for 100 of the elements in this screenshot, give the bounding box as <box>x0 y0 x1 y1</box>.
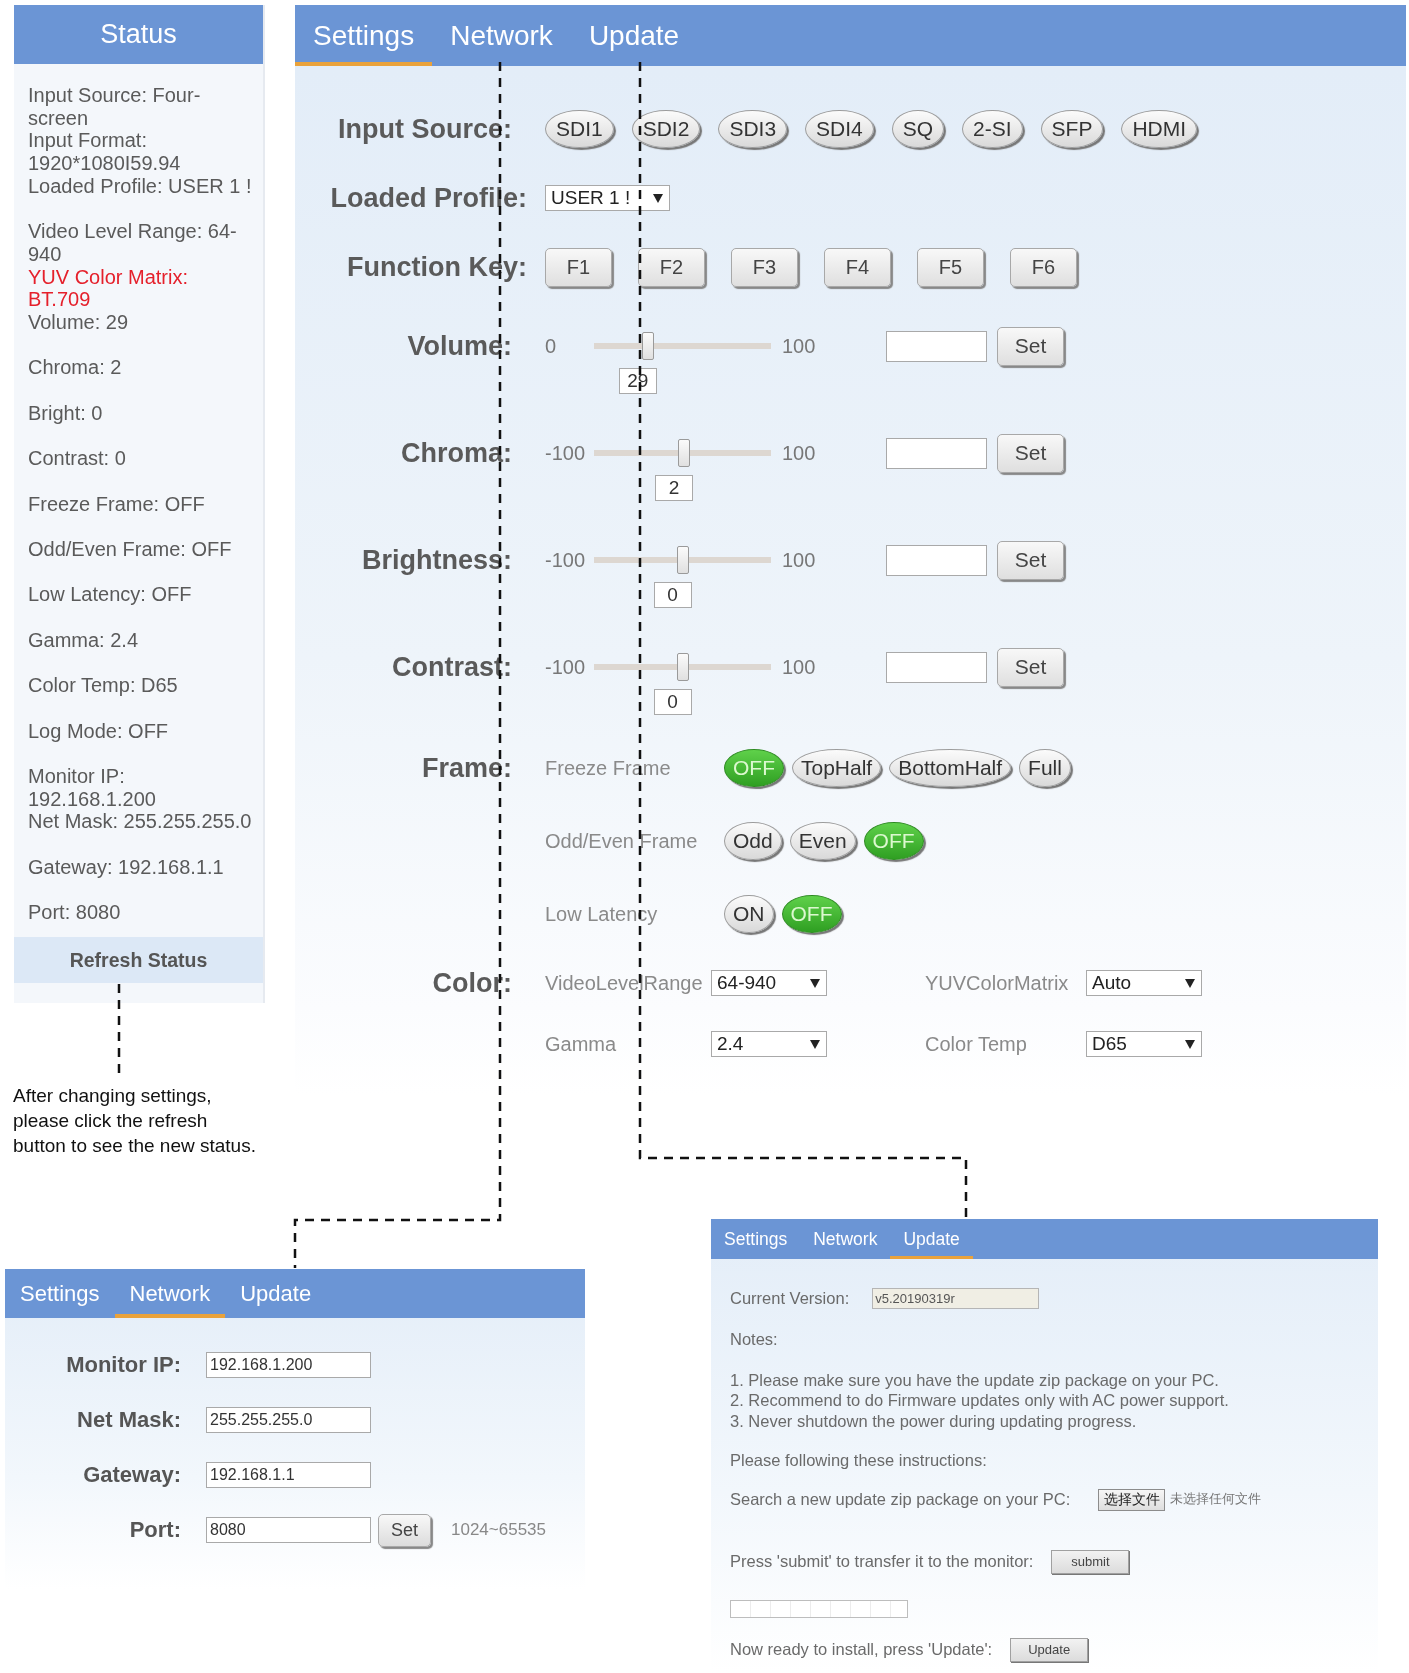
choose-file-button[interactable]: 选择文件 <box>1098 1488 1166 1511</box>
caret-icon <box>810 1039 820 1049</box>
setting-label: Contrast: <box>391 651 512 684</box>
toggle-button[interactable]: TopHalf <box>792 749 882 787</box>
function-key-button[interactable]: F5 <box>917 247 984 287</box>
value-readout: 29 <box>618 368 657 394</box>
step-text: Press 'submit' to transfer it to the monitor: <box>730 1551 1034 1572</box>
status-line: Monitor IP: 192.168.1.200 <box>28 764 157 811</box>
slider-min-label: -100 <box>545 655 587 679</box>
slider-thumb[interactable] <box>678 439 691 467</box>
option-label: Color Temp <box>925 1032 1028 1056</box>
value-readout: 0 <box>653 582 692 608</box>
input-source-button[interactable]: SDI3 <box>718 110 788 148</box>
setting-label: Brightness: <box>360 544 512 577</box>
status-line: Bright: 0 <box>28 401 104 425</box>
status-line: Freeze Frame: OFF <box>28 492 206 516</box>
status-line: Input Source: Four-screen <box>28 84 202 130</box>
status-line: YUV Color Matrix: BT.709 <box>28 265 190 311</box>
function-key-button[interactable]: F2 <box>638 247 705 287</box>
toggle-button[interactable]: Odd <box>724 822 782 860</box>
slider-max-label: 100 <box>781 334 817 358</box>
slider-min-label: 0 <box>545 334 558 358</box>
range-hint: 1024~65535 <box>451 1520 547 1540</box>
version-field[interactable]: v5.20190319r <box>872 1287 1040 1309</box>
toggle-button[interactable]: Even <box>789 822 856 860</box>
status-header: Status <box>14 5 263 64</box>
status-line: Gateway: 192.168.1.1 <box>28 855 225 879</box>
status-line: Volume: 29 <box>28 311 130 334</box>
slider-thumb[interactable] <box>676 653 689 681</box>
refresh-status-button[interactable]: Refresh Status <box>14 937 263 983</box>
file-status: 未选择任何文件 <box>1170 1490 1262 1509</box>
status-line: Chroma: 2 <box>28 356 123 380</box>
note-line: 2. Recommend to do Firmware updates only with AC power support. <box>730 1390 1230 1411</box>
status-line: Net Mask: 255.255.255.0 <box>28 810 253 834</box>
step-button[interactable]: Update <box>1010 1637 1089 1662</box>
setting-label: Color: <box>431 967 512 1000</box>
toggle-button[interactable]: Full <box>1019 749 1071 787</box>
value-readout: 0 <box>653 689 692 715</box>
step-text: Search a new update zip package on your PC: <box>730 1489 1071 1510</box>
status-line: Contrast: 0 <box>28 447 127 470</box>
input-source-button[interactable]: 2-SI <box>962 110 1023 148</box>
setting-label: Volume: <box>406 330 512 363</box>
set-button[interactable]: Set <box>378 1513 431 1547</box>
status-line: Video Level Range: 64-940 <box>28 220 238 266</box>
value-readout: 2 <box>655 475 694 501</box>
step-text: Now ready to install, press 'Update': <box>730 1639 993 1660</box>
function-key-button[interactable]: F4 <box>824 247 891 287</box>
input-source-button[interactable]: SDI1 <box>545 110 614 148</box>
set-button[interactable]: Set <box>997 433 1064 473</box>
setting-label: Loaded Profile: <box>329 182 527 215</box>
step-button[interactable]: submit <box>1051 1549 1130 1574</box>
dropdown[interactable]: 64-940 <box>711 970 827 996</box>
profile-dropdown[interactable]: USER 1 ! <box>545 185 670 211</box>
setting-label: Chroma: <box>400 437 512 470</box>
slider-thumb[interactable] <box>641 332 654 360</box>
option-label: YUVColorMatrix <box>925 971 1070 995</box>
field-label: Net Mask: <box>76 1407 181 1433</box>
text-field[interactable]: 192.168.1.1 <box>206 1462 371 1488</box>
caret-icon <box>653 193 663 203</box>
caret-icon <box>1185 978 1195 988</box>
text-field[interactable]: 8080 <box>206 1517 371 1543</box>
function-key-button[interactable]: F3 <box>731 247 798 287</box>
set-button[interactable]: Set <box>997 647 1064 687</box>
value-input[interactable] <box>886 651 987 683</box>
input-source-button[interactable]: HDMI <box>1121 110 1198 148</box>
caret-icon <box>1185 1039 1195 1049</box>
field-label: Monitor IP: <box>65 1352 181 1378</box>
set-button[interactable]: Set <box>997 326 1064 366</box>
dropdown[interactable]: 2.4 <box>711 1031 827 1057</box>
option-label: Odd/Even Frame <box>545 829 699 853</box>
status-line: Odd/Even Frame: OFF <box>28 537 233 561</box>
input-source-button[interactable]: SFP <box>1040 110 1104 148</box>
input-source-button[interactable]: SQ <box>891 110 945 148</box>
status-line: Low Latency: OFF <box>28 583 193 607</box>
status-line: Loaded Profile: USER 1 ! <box>28 174 253 198</box>
input-source-button[interactable]: SDI4 <box>805 110 874 148</box>
field-label: Gateway: <box>82 1462 181 1488</box>
setting-label: Input Source: <box>337 113 512 146</box>
instructions-heading: Please following these instructions: <box>730 1450 988 1471</box>
dropdown[interactable]: Auto <box>1086 970 1202 996</box>
slider-thumb[interactable] <box>676 546 689 574</box>
slider-min-label: -100 <box>545 441 587 465</box>
value-input[interactable] <box>886 544 987 576</box>
note-line: 1. Please make sure you have the update zip package on your PC. <box>730 1369 1220 1390</box>
annotation-note: After changing settings, please click the refresh button to see the new status. <box>13 1084 257 1158</box>
text-field[interactable]: 192.168.1.200 <box>206 1352 371 1378</box>
toggle-button[interactable]: ON <box>724 895 774 933</box>
input-source-button[interactable]: SDI2 <box>631 110 701 148</box>
status-line: Log Mode: OFF <box>28 719 170 743</box>
option-label: Gamma <box>545 1032 618 1056</box>
slider-max-label: 100 <box>781 441 817 465</box>
toggle-button[interactable]: BottomHalf <box>889 749 1012 787</box>
text-field[interactable]: 255.255.255.0 <box>206 1407 371 1433</box>
value-input[interactable] <box>886 330 987 362</box>
notes-heading: Notes: <box>730 1329 779 1350</box>
dropdown[interactable]: D65 <box>1086 1031 1202 1057</box>
value-input[interactable] <box>886 437 987 469</box>
function-key-button[interactable]: F1 <box>545 247 612 287</box>
set-button[interactable]: Set <box>997 540 1064 580</box>
function-key-button[interactable]: F6 <box>1010 247 1077 287</box>
